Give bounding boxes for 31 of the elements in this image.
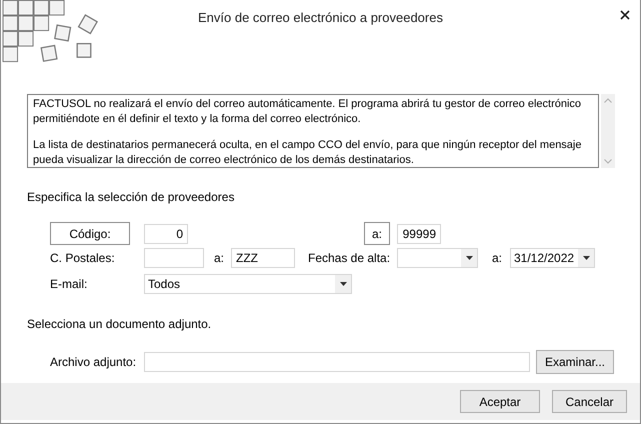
section-heading: Selecciona un documento adjunto. [27, 317, 212, 331]
date-to-label: a: [492, 250, 502, 264]
message-paragraph: La lista de destinatarios permanecerá oculta, en el campo CCO del envío, para que ningún receptor del mensaje pueda visualizar la dirección de correo electrónico de los demás destinatarios. [33, 138, 582, 167]
message-paragraph: FACTUSOL no realizará el envío del correo automáticamente. El programa abrirá tu gestor de correo electrónico permitiéndote en él definir el texto y la forma del correo electrónico. [33, 97, 582, 126]
chevron-up-icon[interactable] [604, 98, 612, 103]
scrollbar[interactable] [601, 94, 615, 168]
postal-from-field[interactable] [144, 248, 204, 268]
dates-label: Fechas de alta: [308, 250, 390, 264]
attachment-label: Archivo adjunto: [50, 354, 136, 368]
browse-button[interactable]: Examinar... [536, 350, 614, 374]
postal-to-field[interactable]: ZZZ [231, 248, 295, 268]
postal-to-label: a: [214, 250, 224, 264]
chevron-down-icon[interactable] [604, 159, 612, 164]
caret-icon [582, 256, 590, 260]
email-dropdown[interactable]: Todos [144, 274, 352, 294]
codigo-button[interactable]: Código: [50, 222, 130, 245]
date-to-dropdown[interactable]: 31/12/2022 [510, 248, 595, 268]
caret-icon [466, 256, 472, 260]
close-icon[interactable] [620, 10, 630, 20]
attachment-field[interactable] [144, 352, 530, 372]
dialog-button[interactable]: Aceptar [460, 390, 540, 413]
dialog-button[interactable]: Cancelar [552, 390, 627, 413]
code-to-button[interactable]: a: [364, 222, 390, 245]
code-to-field[interactable]: 99999 [397, 224, 441, 244]
caret-icon [340, 282, 346, 286]
postales-label: C. Postales: [50, 250, 115, 264]
email-label: E-mail: [50, 276, 88, 290]
window-title: Envío de correo electrónico a proveedores [197, 10, 444, 25]
section-heading: Especifica la selección de proveedores [27, 190, 236, 204]
date-from-dropdown[interactable] [397, 248, 478, 268]
code-from-field[interactable]: 0 [144, 224, 188, 244]
